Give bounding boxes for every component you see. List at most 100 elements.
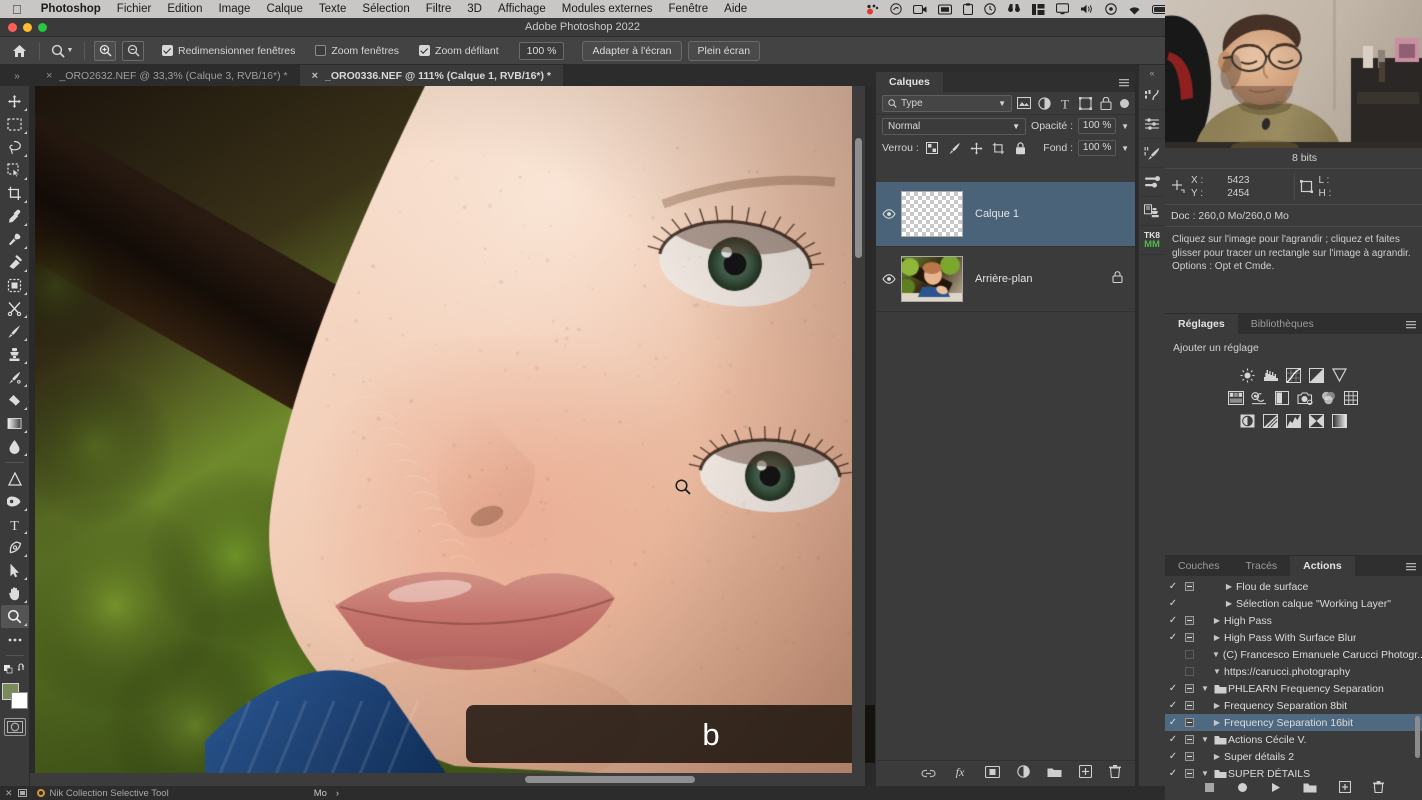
menu-fichier[interactable]: Fichier — [109, 3, 160, 15]
pixel-filter-icon[interactable] — [1016, 95, 1032, 112]
action-row[interactable]: ✓ ▶ Frequency Separation 16bit — [1165, 714, 1422, 731]
layer-thumbnail[interactable] — [901, 191, 963, 237]
delete-icon[interactable] — [1373, 780, 1384, 798]
tab-traces[interactable]: Tracés — [1232, 556, 1290, 576]
chevron-right-icon[interactable]: ▶ — [1210, 752, 1224, 761]
action-dialog-toggle[interactable] — [1181, 633, 1198, 642]
canvas-vertical-scrollbar[interactable] — [852, 86, 865, 786]
quick-selection-tool[interactable] — [1, 159, 29, 182]
pen-tool[interactable] — [1, 490, 29, 513]
menu-edition[interactable]: Edition — [159, 3, 210, 15]
chevron-down-icon[interactable]: ▼ — [1210, 667, 1224, 676]
document-image[interactable] — [35, 86, 865, 786]
layer-row-arriere-plan[interactable]: Arrière-plan — [876, 247, 1135, 312]
menu-aide[interactable]: Aide — [716, 3, 755, 15]
chevron-down-icon[interactable]: ▼ — [1198, 684, 1212, 693]
path-tool[interactable] — [1, 536, 29, 559]
action-row[interactable]: ✓ ▶ Frequency Separation 8bit — [1165, 697, 1422, 714]
levels-icon[interactable] — [1263, 367, 1279, 383]
chevron-right-icon[interactable]: ▶ — [1210, 633, 1224, 642]
action-enabled-checkbox[interactable]: ✓ — [1165, 734, 1181, 745]
properties-panel-icon[interactable] — [1139, 110, 1165, 139]
color-swatches[interactable] — [1, 682, 29, 710]
action-dialog-toggle[interactable] — [1181, 684, 1198, 693]
clipboard-icon[interactable] — [963, 3, 973, 15]
action-row[interactable]: ✓ ▶ Super détails 2 — [1165, 748, 1422, 765]
lasso-tool[interactable] — [1, 136, 29, 159]
action-dialog-toggle[interactable] — [1181, 769, 1198, 778]
background-color-swatch[interactable] — [11, 692, 28, 709]
gradient-tool[interactable] — [1, 412, 29, 435]
tab-reglages[interactable]: Réglages — [1165, 314, 1238, 334]
action-enabled-checkbox[interactable]: ✓ — [1165, 700, 1181, 711]
hand-tool[interactable] — [1, 582, 29, 605]
action-row[interactable]: ✓ ▶ High Pass With Surface Blur — [1165, 629, 1422, 646]
chevron-down-icon[interactable]: ▼ — [1198, 769, 1212, 778]
action-enabled-checkbox[interactable]: ✓ — [1165, 615, 1181, 626]
action-enabled-checkbox[interactable]: ✓ — [1165, 598, 1181, 609]
menu-fenetre[interactable]: Fenêtre — [661, 3, 717, 15]
clone-stamp-tool[interactable] — [1, 343, 29, 366]
curves-icon[interactable] — [1286, 367, 1302, 383]
scissors-tool[interactable] — [1, 297, 29, 320]
action-enabled-checkbox[interactable]: ✓ — [1165, 683, 1181, 694]
color-balance-icon[interactable] — [1251, 390, 1267, 406]
chevron-down-icon[interactable]: ▼ — [1198, 735, 1212, 744]
full-screen-button[interactable]: Plein écran — [688, 41, 761, 61]
scrollbar-thumb[interactable] — [525, 776, 695, 783]
posterize-icon[interactable] — [1263, 413, 1279, 429]
home-icon[interactable] — [8, 40, 30, 62]
layer-name[interactable]: Arrière-plan — [975, 273, 1112, 285]
clone-source-panel-icon[interactable] — [1139, 197, 1165, 226]
tabbar-expand-icon[interactable]: » — [0, 71, 34, 86]
tab-calques[interactable]: Calques — [876, 72, 943, 92]
maximize-window-button[interactable] — [38, 23, 47, 32]
link-layers-icon[interactable] — [921, 765, 936, 783]
adjustment-filter-icon[interactable] — [1036, 95, 1052, 112]
action-row[interactable]: ✓ ▼ Actions Cécile V. — [1165, 731, 1422, 748]
chevron-right-icon[interactable]: ▶ — [1222, 599, 1236, 608]
monitor-icon[interactable] — [1056, 3, 1069, 15]
action-dialog-toggle[interactable] — [1181, 718, 1198, 727]
new-group-icon[interactable] — [1047, 765, 1062, 783]
color-lookup-icon[interactable] — [1343, 390, 1359, 406]
panel-menu-icon[interactable] — [1406, 562, 1416, 570]
plugin-status[interactable]: Nik Collection Selective Tool — [32, 788, 174, 799]
spot-healing-brush-tool[interactable] — [1, 228, 29, 251]
chevron-right-icon[interactable]: ▶ — [1210, 718, 1224, 727]
menu-image[interactable]: Image — [210, 3, 258, 15]
fit-to-screen-button[interactable]: Adapter à l'écran — [582, 41, 681, 61]
quick-mask-button[interactable] — [4, 718, 26, 736]
panel-icon[interactable] — [18, 789, 27, 797]
minimize-window-button[interactable] — [23, 23, 32, 32]
default-colors-swap-icons[interactable] — [1, 660, 29, 676]
add-mask-icon[interactable] — [985, 765, 1000, 783]
active-tool-zoom-icon[interactable]: ▼ — [49, 40, 75, 62]
action-enabled-checkbox[interactable]: ✓ — [1165, 768, 1181, 778]
action-enabled-checkbox[interactable]: ✓ — [1165, 581, 1181, 592]
blend-mode-select[interactable]: Normal ▼ — [882, 118, 1026, 135]
checkbox-redimensionner-fenetres[interactable]: Redimensionner fenêtres — [162, 45, 295, 57]
action-row[interactable]: ✓ ▶ Sélection calque "Working Layer" — [1165, 595, 1422, 612]
menu-calque[interactable]: Calque — [258, 3, 310, 15]
grid-panel-icon[interactable] — [1032, 4, 1045, 15]
action-dialog-toggle[interactable] — [1181, 701, 1198, 710]
type-filter-icon[interactable]: T — [1057, 95, 1073, 112]
sliders-panel-icon[interactable] — [1139, 168, 1165, 197]
chevron-right-icon[interactable]: ▶ — [1222, 582, 1236, 591]
adjustment-layer-icon[interactable] — [1017, 765, 1030, 783]
action-row[interactable]: ✓ ▶ High Pass — [1165, 612, 1422, 629]
stop-icon[interactable] — [1204, 780, 1215, 798]
actions-scrollbar-thumb[interactable] — [1415, 716, 1420, 758]
zoom-level-field[interactable]: 100 % — [519, 42, 565, 60]
eraser-tool[interactable] — [1, 389, 29, 412]
canvas-horizontal-scrollbar[interactable] — [30, 773, 865, 786]
menu-filtre[interactable]: Filtre — [418, 3, 460, 15]
new-action-icon[interactable] — [1339, 780, 1351, 798]
action-dialog-toggle[interactable] — [1181, 616, 1198, 625]
volume-icon[interactable] — [1080, 3, 1094, 15]
panel-menu-icon[interactable] — [1406, 320, 1416, 328]
apple-menu-icon[interactable]:  — [0, 3, 33, 16]
opacity-value[interactable]: 100 % — [1078, 118, 1116, 134]
action-row[interactable]: ✓ ▼ PHLEARN Frequency Separation — [1165, 680, 1422, 697]
